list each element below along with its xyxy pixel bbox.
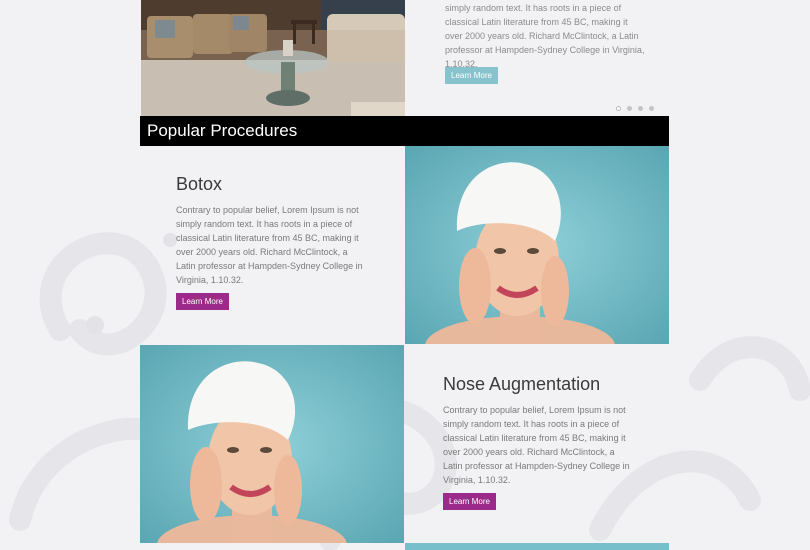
clinic-lobby-photo: [141, 0, 405, 116]
slider-dot-1[interactable]: [616, 106, 621, 111]
procedure-title: Nose Augmentation: [443, 374, 601, 394]
procedure-card-nose-augmentation: Nose Augmentation Contrary to popular be…: [443, 374, 633, 487]
botox-learn-more-button[interactable]: Learn More: [176, 293, 229, 310]
slider-dot-3[interactable]: [638, 106, 643, 111]
section-title: Popular Procedures: [147, 121, 298, 140]
slider-description: simply random text. It has roots in a pi…: [445, 3, 645, 69]
section-title-bar: Popular Procedures: [140, 116, 669, 146]
next-procedure-photo-edge: [405, 543, 669, 550]
botox-photo: [405, 146, 669, 344]
slider-dot-2[interactable]: [627, 106, 632, 111]
nose-augmentation-photo: [140, 345, 404, 543]
slider-learn-more-button[interactable]: Learn More: [445, 67, 498, 84]
procedure-description: Contrary to popular belief, Lorem Ipsum …: [176, 205, 363, 285]
nose-augmentation-learn-more-button[interactable]: Learn More: [443, 493, 496, 510]
procedure-card-botox: Botox Contrary to popular belief, Lorem …: [176, 174, 366, 287]
procedure-title: Botox: [176, 174, 223, 194]
slider-dot-4[interactable]: [649, 106, 654, 111]
hero-slider: simply random text. It has roots in a pi…: [141, 0, 669, 129]
procedure-description: Contrary to popular belief, Lorem Ipsum …: [443, 405, 630, 485]
